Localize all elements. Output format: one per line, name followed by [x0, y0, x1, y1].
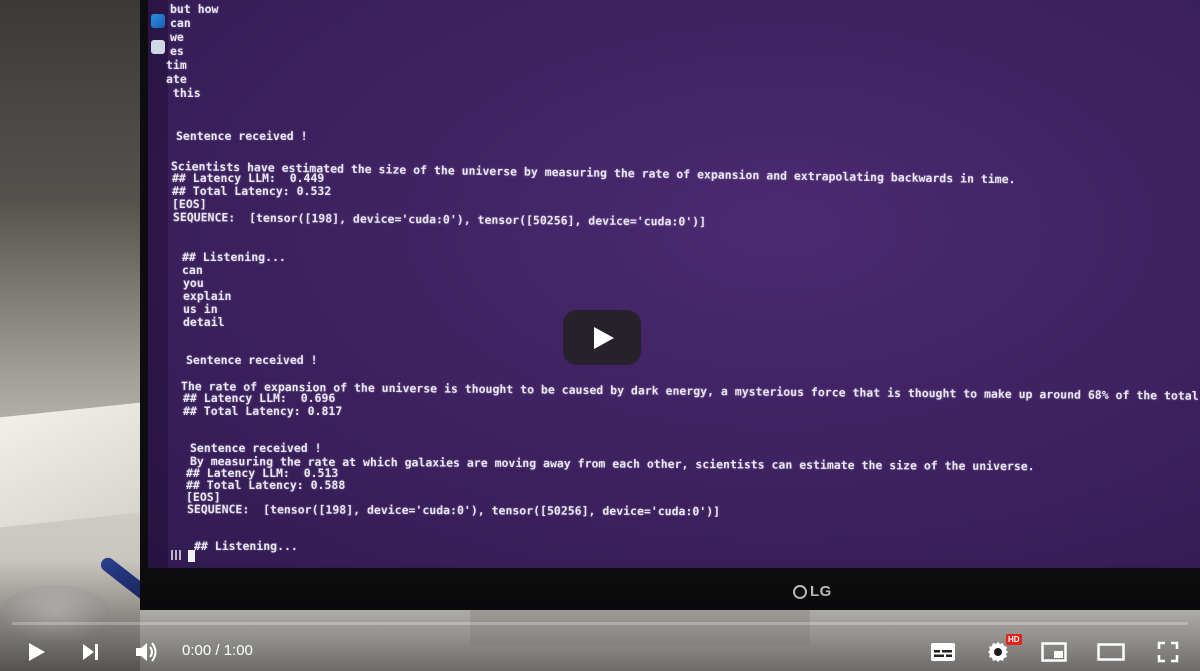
fullscreen-button[interactable] [1152, 636, 1184, 668]
paper-sheet [0, 402, 140, 528]
theater-icon [1097, 643, 1125, 661]
play-icon [29, 643, 45, 661]
term-top-line-4: es [170, 44, 184, 58]
volume-icon [136, 642, 157, 662]
progress-bar[interactable] [12, 622, 1188, 625]
next-button[interactable] [74, 636, 106, 668]
fullscreen-icon [1157, 641, 1179, 663]
trash-icon [151, 40, 165, 54]
term-top-line-5: tim [166, 58, 187, 72]
term-query-line-5: detail [183, 315, 225, 329]
app-grid-icon[interactable] [171, 550, 181, 560]
next-icon [83, 644, 98, 660]
volume-button[interactable] [130, 636, 162, 668]
miniplayer-icon [1041, 642, 1067, 662]
desktop-dock [148, 0, 168, 568]
video-frame[interactable]: LG but how can we es tim ate this Senten… [0, 0, 1200, 671]
term-top-line-7: this [166, 86, 201, 100]
hd-badge: HD [1006, 634, 1022, 645]
term-top-line-3: we [170, 30, 184, 44]
captions-icon [931, 643, 955, 661]
term-listening-2: ## Listening... [194, 539, 298, 553]
term-sentence-received-3: Sentence received ! [190, 441, 322, 455]
theater-button[interactable] [1095, 636, 1127, 668]
term-top-line-1: but how [170, 2, 219, 16]
time-display: 0:00 / 1:00 [182, 642, 253, 659]
vscode-icon [151, 14, 165, 28]
term-sentence-received-2: Sentence received ! [186, 353, 318, 367]
term-top-line-2: can [170, 16, 191, 30]
term-top-line-6: ate [166, 72, 187, 86]
controls-gradient [0, 560, 1200, 671]
captions-button[interactable] [927, 636, 959, 668]
big-play-button[interactable] [563, 310, 641, 365]
term-sequence-3: SEQUENCE: [tensor([198], device='cuda:0'… [186, 502, 721, 519]
term-sentence-received-1: Sentence received ! [176, 129, 308, 143]
miniplayer-button[interactable] [1038, 636, 1070, 668]
term-total-latency-2: ## Total Latency: 0.817 [183, 404, 343, 418]
play-button[interactable] [20, 636, 52, 668]
